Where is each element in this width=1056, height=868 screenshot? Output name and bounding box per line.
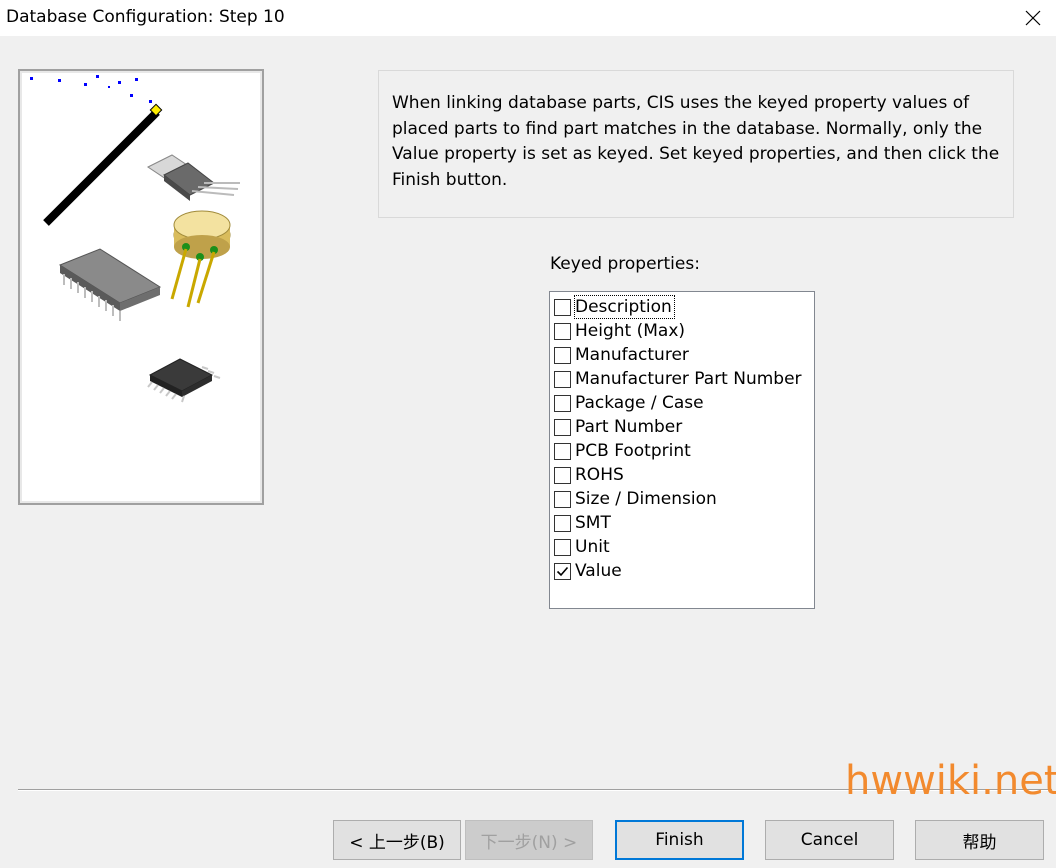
cancel-button[interactable]: Cancel [765, 820, 894, 860]
checkbox-unchecked[interactable] [554, 466, 571, 484]
checkbox-unchecked[interactable] [554, 418, 571, 436]
help-button[interactable]: 帮助 [915, 820, 1044, 860]
instructions-panel: When linking database parts, CIS uses th… [378, 70, 1014, 218]
keyed-property-item[interactable]: Size / Dimension [552, 487, 812, 511]
instructions-text: When linking database parts, CIS uses th… [392, 93, 1000, 190]
wizard-illustration-frame [18, 69, 264, 505]
keyed-properties-label: Keyed properties: [550, 254, 700, 274]
smd-chip-icon [147, 358, 221, 403]
keyed-property-item[interactable]: PCB Footprint [552, 439, 812, 463]
checkbox-unchecked[interactable] [554, 370, 571, 388]
sparkle-icons [30, 75, 152, 103]
close-icon [1025, 10, 1041, 26]
keyed-property-label: Part Number [575, 417, 683, 437]
checkbox-unchecked[interactable] [554, 442, 571, 460]
watermark: hwwiki.net [845, 758, 1056, 804]
keyed-property-item[interactable]: SMT [552, 511, 812, 535]
finish-button[interactable]: Finish [615, 820, 744, 860]
keyed-property-label: Description [574, 295, 675, 319]
keyed-property-item[interactable]: Package / Case [552, 391, 812, 415]
checkbox-unchecked[interactable] [554, 538, 571, 556]
to220-chip-icon [147, 154, 240, 201]
keyed-property-item[interactable]: Description [552, 295, 812, 319]
next-button[interactable]: 下一步(N) > [465, 820, 593, 860]
title-bar: Database Configuration: Step 10 [0, 0, 1056, 36]
checkbox-unchecked[interactable] [554, 346, 571, 364]
checkbox-unchecked[interactable] [554, 394, 571, 412]
keyed-property-label: SMT [575, 513, 611, 533]
keyed-property-label: Value [575, 561, 622, 581]
transistor-can-icon [170, 210, 231, 308]
keyed-property-label: Manufacturer Part Number [575, 369, 802, 389]
checkbox-unchecked[interactable] [554, 322, 571, 340]
keyed-property-item[interactable]: Manufacturer [552, 343, 812, 367]
keyed-property-item[interactable]: Value [552, 559, 812, 583]
keyed-property-item[interactable]: Height (Max) [552, 319, 812, 343]
keyed-property-label: Package / Case [575, 393, 704, 413]
keyed-properties-list[interactable]: Description Height (Max) Manufacturer Manuf… [549, 291, 815, 609]
checkbox-checked[interactable] [554, 562, 571, 580]
keyed-property-label: Size / Dimension [575, 489, 717, 509]
window-title: Database Configuration: Step 10 [6, 7, 285, 27]
wizard-illustration [30, 75, 240, 403]
checkbox-unchecked[interactable] [554, 514, 571, 532]
keyed-property-item[interactable]: ROHS [552, 463, 812, 487]
back-button[interactable]: < 上一步(B) [333, 820, 461, 860]
dip-chip-icon [58, 248, 162, 321]
checkbox-unchecked[interactable] [554, 490, 571, 508]
checkmark-icon [556, 566, 569, 576]
keyed-property-item[interactable]: Manufacturer Part Number [552, 367, 812, 391]
keyed-property-label: PCB Footprint [575, 441, 691, 461]
magic-wand-icon [43, 103, 163, 226]
keyed-property-item[interactable]: Unit [552, 535, 812, 559]
keyed-property-label: ROHS [575, 465, 624, 485]
close-button[interactable] [1010, 0, 1056, 36]
keyed-property-label: Manufacturer [575, 345, 689, 365]
checkbox-unchecked[interactable] [554, 298, 571, 316]
keyed-property-item[interactable]: Part Number [552, 415, 812, 439]
keyed-property-label: Height (Max) [575, 321, 686, 341]
keyed-property-label: Unit [575, 537, 610, 557]
